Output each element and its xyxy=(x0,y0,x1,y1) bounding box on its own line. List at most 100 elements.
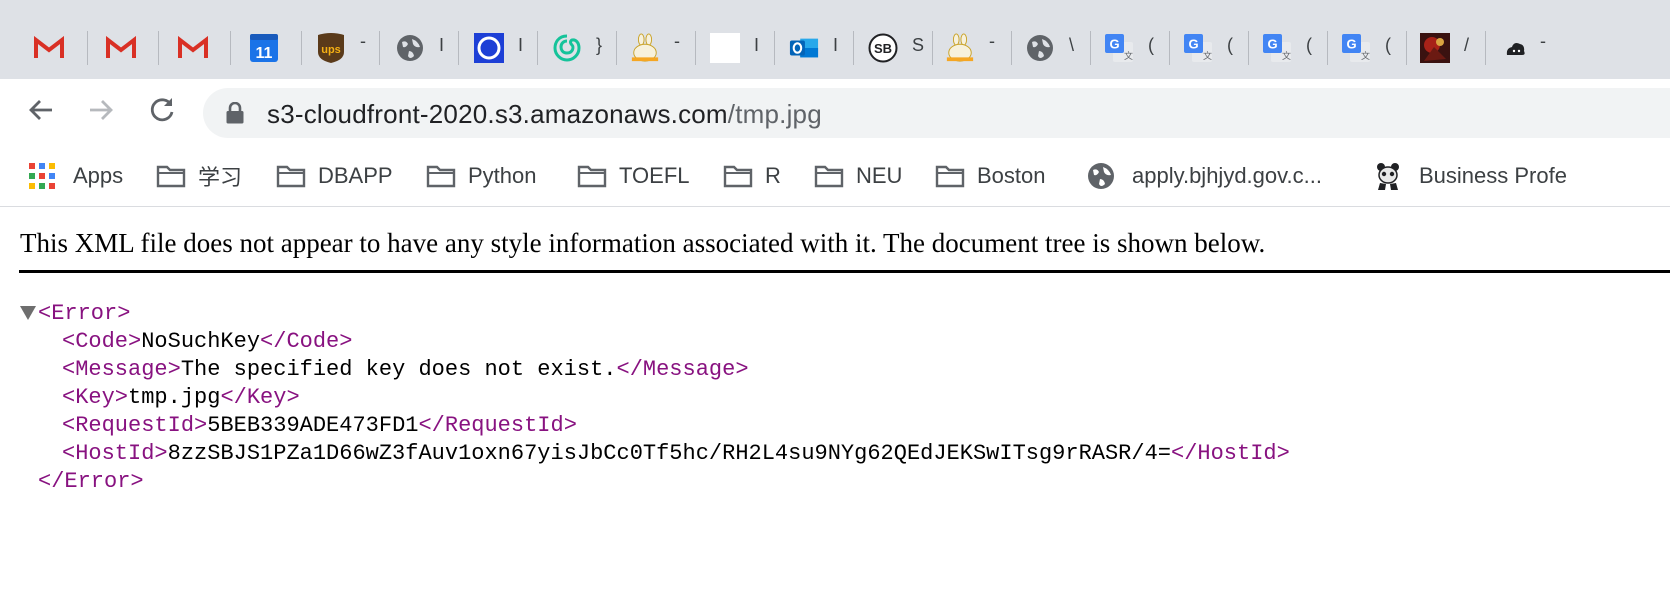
ups-logo-text: ups xyxy=(321,44,341,56)
tab-title: I xyxy=(439,35,445,55)
bookmark-folder[interactable]: Boston xyxy=(935,161,1046,191)
globe-icon xyxy=(1086,161,1116,191)
ups-icon: ups xyxy=(316,33,346,63)
tab-google-translate[interactable]: G文 ( xyxy=(1262,31,1317,65)
bookmark-label: Apps xyxy=(73,163,124,188)
xml-value: NoSuchKey xyxy=(141,329,261,354)
tab-globe[interactable]: \ xyxy=(1025,31,1080,65)
sb-icon: SB xyxy=(868,33,898,63)
bookmark-apps[interactable]: Apps xyxy=(27,161,123,191)
globe-icon xyxy=(1025,33,1055,63)
tab-separator xyxy=(853,31,854,65)
tab-separator xyxy=(230,31,231,65)
forward-arrow-icon xyxy=(86,95,116,130)
collapse-triangle-icon[interactable] xyxy=(20,306,36,320)
url-host: s3-cloudfront-2020.s3.amazonaws.com xyxy=(267,99,728,129)
tab-game-art[interactable]: / xyxy=(1420,31,1475,65)
tab-ups[interactable]: ups - xyxy=(316,31,376,65)
tab-cloud[interactable]: - xyxy=(1500,31,1560,65)
tab-title: - xyxy=(360,31,366,51)
tab-separator xyxy=(301,31,302,65)
tab-separator xyxy=(1248,31,1249,65)
tab-title: - xyxy=(1540,31,1546,51)
blank-page-icon xyxy=(710,33,740,63)
tab-gmail[interactable] xyxy=(178,31,228,65)
reload-icon xyxy=(147,95,177,130)
xml-tag: </Message> xyxy=(616,357,749,382)
xml-value: 8zzSBJS1PZa1D66wZ3fAuv1oxn67yisJbCc0Tf5h… xyxy=(167,441,1171,466)
xml-tag: </HostId> xyxy=(1171,441,1290,466)
back-button[interactable] xyxy=(22,93,60,131)
bookmark-link[interactable]: apply.bjhjyd.gov.c... xyxy=(1086,161,1322,191)
svg-text:文: 文 xyxy=(1124,50,1133,61)
bookmark-folder[interactable]: 学习 xyxy=(156,161,242,191)
tab-title: S xyxy=(912,35,925,55)
forward-button[interactable] xyxy=(82,93,120,131)
bookmark-folder[interactable]: DBAPP xyxy=(276,161,393,191)
xml-value: The specified key does not exist. xyxy=(180,357,617,382)
bunny-icon xyxy=(630,33,660,63)
tab-globe[interactable]: I xyxy=(395,31,450,65)
tab-strip: 11 ups - I I } - I I SB S - \ G 文 (G 文 … xyxy=(0,0,1670,79)
tab-bunny[interactable]: - xyxy=(945,31,1005,65)
tab-outlook[interactable]: I xyxy=(789,31,844,65)
tab-separator xyxy=(1406,31,1407,65)
xml-tag: <Key> xyxy=(62,385,129,410)
xml-tag: </Error> xyxy=(38,469,144,494)
xml-tag: <Error> xyxy=(38,301,131,326)
tab-separator xyxy=(87,31,88,65)
address-bar[interactable]: s3-cloudfront-2020.s3.amazonaws.com/tmp.… xyxy=(203,88,1670,138)
panda-icon xyxy=(1373,161,1403,191)
xml-line-message: <Message>The specified key does not exis… xyxy=(62,356,749,384)
tab-separator xyxy=(1485,31,1486,65)
tab-separator xyxy=(774,31,775,65)
game-art-icon xyxy=(1420,33,1450,63)
reload-button[interactable] xyxy=(143,93,181,131)
bookmark-folder[interactable]: Python xyxy=(426,161,537,191)
svg-text:G: G xyxy=(1109,37,1119,52)
bookmark-label: Boston xyxy=(977,163,1046,188)
tab-grammarly[interactable]: } xyxy=(552,31,607,65)
svg-text:文: 文 xyxy=(1203,50,1212,61)
tab-title: \ xyxy=(1069,35,1075,55)
svg-text:G: G xyxy=(1267,37,1277,52)
tab-google-translate[interactable]: G文 ( xyxy=(1183,31,1238,65)
google-translate-icon: G文 xyxy=(1183,33,1213,63)
bookmark-folder[interactable]: TOEFL xyxy=(577,161,690,191)
tab-sb[interactable]: SB S xyxy=(868,31,925,65)
globe-icon xyxy=(395,33,425,63)
tab-bunny[interactable]: - xyxy=(630,31,690,65)
bookmark-folder[interactable]: R xyxy=(723,161,781,191)
tab-google-translate[interactable]: G文 ( xyxy=(1341,31,1396,65)
xml-tag: <RequestId> xyxy=(62,413,208,438)
xml-line-key: <Key>tmp.jpg</Key> xyxy=(62,384,300,412)
apps-grid-icon xyxy=(27,161,57,191)
bookmark-link[interactable]: Business Profe xyxy=(1373,161,1567,191)
folder-icon xyxy=(156,161,186,191)
xml-tag: <Message> xyxy=(62,357,181,382)
tab-title: - xyxy=(674,31,680,51)
bookmark-label: NEU xyxy=(856,163,903,188)
tab-separator xyxy=(1011,31,1012,65)
bookmark-folder[interactable]: NEU xyxy=(814,161,902,191)
tab-google-calendar[interactable]: 11 xyxy=(249,31,299,65)
gmail-icon xyxy=(34,33,64,63)
xml-tag: </Key> xyxy=(220,385,300,410)
tab-blank-page[interactable]: I xyxy=(710,31,765,65)
url-text: s3-cloudfront-2020.s3.amazonaws.com/tmp.… xyxy=(267,99,822,130)
sb-logo-text: SB xyxy=(874,41,892,56)
tab-title: I xyxy=(754,35,760,55)
gmail-icon xyxy=(178,33,208,63)
tab-google-translate[interactable]: G文 ( xyxy=(1104,31,1159,65)
tab-separator xyxy=(932,31,933,65)
bookmark-label: TOEFL xyxy=(619,163,690,188)
xml-tag: </Code> xyxy=(260,329,353,354)
bookmark-label: Business Profe xyxy=(1419,163,1567,188)
tab-blue-swirl[interactable]: I xyxy=(474,31,529,65)
tab-gmail[interactable] xyxy=(34,31,84,65)
bookmark-label: DBAPP xyxy=(318,163,393,188)
bookmark-label: Python xyxy=(468,163,537,188)
tab-gmail[interactable] xyxy=(106,31,156,65)
tab-title: ( xyxy=(1227,35,1233,55)
xml-line-host-id: <HostId>8zzSBJS1PZa1D66wZ3fAuv1oxn67yisJ… xyxy=(62,440,1290,468)
